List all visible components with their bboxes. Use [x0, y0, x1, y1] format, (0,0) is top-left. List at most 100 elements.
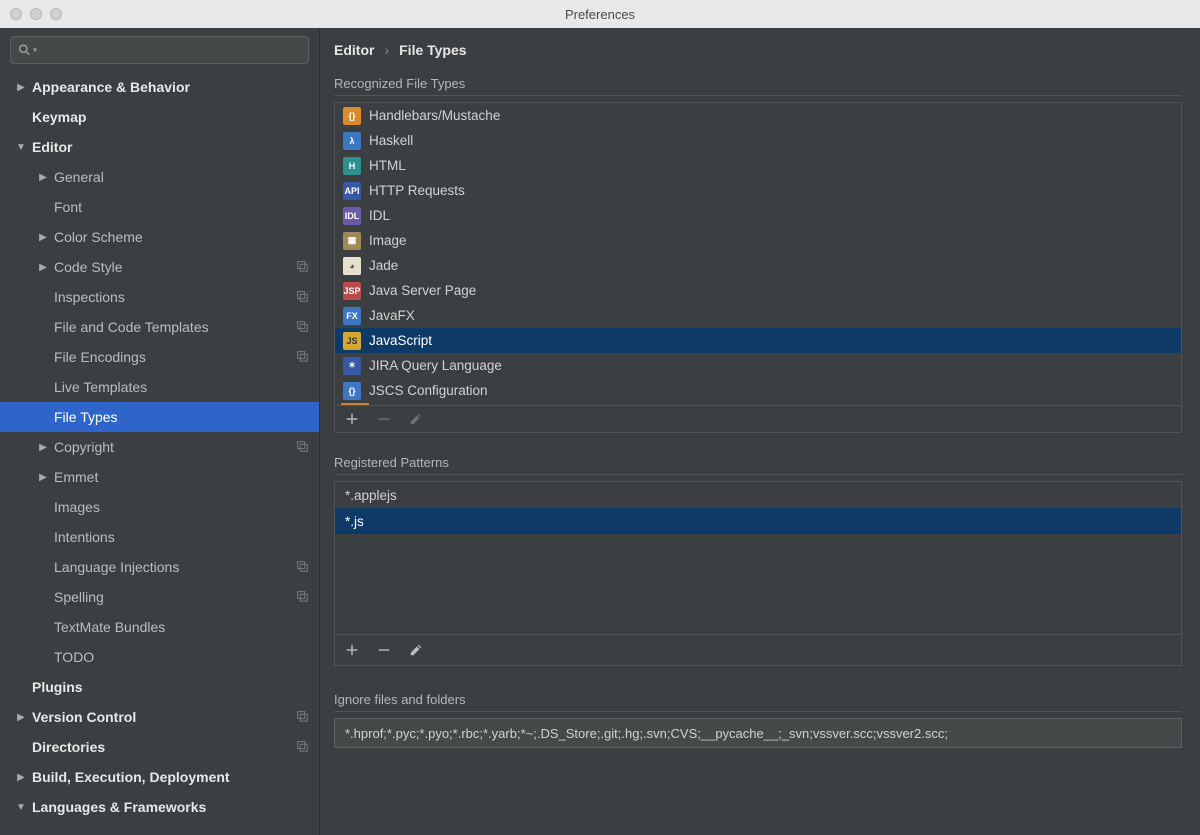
pattern-item[interactable]: *.js	[335, 508, 1181, 534]
edit-button[interactable]	[409, 643, 423, 657]
tree-item-color-scheme[interactable]: ▶ Color Scheme	[0, 222, 319, 252]
tree-item-directories[interactable]: Directories	[0, 732, 319, 762]
main-panel: Editor › File Types Recognized File Type…	[320, 28, 1200, 835]
tree-item-build-execution-deployment[interactable]: ▶ Build, Execution, Deployment	[0, 762, 319, 792]
tree-item-spelling[interactable]: Spelling	[0, 582, 319, 612]
recognized-toolbar	[335, 405, 1181, 432]
tree-item-label: Directories	[32, 739, 105, 755]
tree-item-editor[interactable]: ▼Editor	[0, 132, 319, 162]
filetype-item[interactable]: IDLIDL	[335, 203, 1181, 228]
tree-item-copyright[interactable]: ▶Copyright	[0, 432, 319, 462]
filetype-icon: H	[343, 157, 361, 175]
window-title: Preferences	[0, 7, 1200, 22]
chevron-down-icon: ▼	[14, 802, 28, 813]
filetype-icon: IDL	[343, 207, 361, 225]
chevron-right-icon: ▶	[36, 472, 50, 483]
tree-item-label: Appearance & Behavior	[32, 79, 190, 95]
tree-item-label: Code Style	[54, 259, 122, 275]
edit-button[interactable]	[409, 412, 423, 426]
pattern-item[interactable]: *.applejs	[335, 482, 1181, 508]
breadcrumb: Editor › File Types	[334, 28, 1182, 76]
patterns-list: *.applejs*.js	[334, 481, 1182, 666]
filetype-item[interactable]: ◕Jade	[335, 253, 1181, 278]
filetype-item[interactable]: JS JavaScript	[335, 328, 1181, 353]
tree-item-appearance-behavior[interactable]: ▶Appearance & Behavior	[0, 72, 319, 102]
chevron-right-icon: ▶	[36, 232, 50, 243]
patterns-list-body[interactable]: *.applejs*.js	[335, 482, 1181, 534]
tree-item-textmate-bundles[interactable]: TextMate Bundles	[0, 612, 319, 642]
tree-item-label: Languages & Frameworks	[32, 799, 206, 815]
tree-item-keymap[interactable]: Keymap	[0, 102, 319, 132]
sidebar: ▾ ▶Appearance & BehaviorKeymap▼Editor▶Ge…	[0, 28, 320, 835]
tree-item-label: Inspections	[54, 289, 125, 305]
chevron-right-icon: ›	[384, 42, 389, 58]
patterns-empty-area	[335, 534, 1181, 634]
search-icon: ▾	[18, 44, 37, 57]
scope-icon	[295, 739, 309, 756]
filetype-item[interactable]: {}Handlebars/Mustache	[335, 103, 1181, 128]
filetype-icon: FX	[343, 307, 361, 325]
filetype-item[interactable]: HHTML	[335, 153, 1181, 178]
tree-item-file-and-code-templates[interactable]: File and Code Templates	[0, 312, 319, 342]
chevron-right-icon: ▶	[36, 262, 50, 273]
tree-item-file-types[interactable]: File Types	[0, 402, 319, 432]
scope-icon	[295, 259, 309, 276]
tree-item-label: Version Control	[32, 709, 136, 725]
tree-item-label: Build, Execution, Deployment	[32, 769, 230, 785]
tree-item-general[interactable]: ▶ General	[0, 162, 319, 192]
scope-icon	[295, 559, 309, 576]
tree-item-label: Live Templates	[54, 379, 147, 395]
breadcrumb-leaf: File Types	[399, 42, 466, 58]
filetype-item[interactable]: JSPJava Server Page	[335, 278, 1181, 303]
scope-icon	[295, 289, 309, 306]
tree-item-languages-frameworks[interactable]: ▼ Languages & Frameworks	[0, 792, 319, 822]
remove-button[interactable]	[377, 412, 391, 426]
tree-item-images[interactable]: Images	[0, 492, 319, 522]
filetype-item[interactable]: FXJavaFX	[335, 303, 1181, 328]
scope-icon	[295, 439, 309, 456]
filetype-icon: ▦	[343, 232, 361, 250]
tree-item-font[interactable]: Font	[0, 192, 319, 222]
tree-item-code-style[interactable]: ▶ Code Style	[0, 252, 319, 282]
add-button[interactable]	[345, 412, 359, 426]
remove-button[interactable]	[377, 643, 391, 657]
tree-item-label: Language Injections	[54, 559, 179, 575]
search-input[interactable]	[10, 36, 309, 64]
filetype-label: JSCS Configuration	[369, 383, 488, 398]
filetype-item[interactable]: ▦Image	[335, 228, 1181, 253]
search-field[interactable]: ▾	[10, 36, 309, 64]
filetype-icon: API	[343, 182, 361, 200]
tree-item-intentions[interactable]: Intentions	[0, 522, 319, 552]
filetype-item[interactable]: APIHTTP Requests	[335, 178, 1181, 203]
tree-item-label: Color Scheme	[54, 229, 143, 245]
filetype-icon: ◕	[343, 257, 361, 275]
tree-item-plugins[interactable]: Plugins	[0, 672, 319, 702]
settings-tree[interactable]: ▶Appearance & BehaviorKeymap▼Editor▶Gene…	[0, 72, 319, 835]
chevron-right-icon: ▶	[14, 772, 28, 783]
filetype-item[interactable]: λHaskell	[335, 128, 1181, 153]
tree-item-emmet[interactable]: ▶Emmet	[0, 462, 319, 492]
tree-item-label: TODO	[54, 649, 94, 665]
filetype-item[interactable]: ✶JIRA Query Language	[335, 353, 1181, 378]
tree-item-live-templates[interactable]: Live Templates	[0, 372, 319, 402]
tree-item-label: Plugins	[32, 679, 83, 695]
tree-item-label: Keymap	[32, 109, 86, 125]
tree-item-label: General	[54, 169, 104, 185]
filetype-label: JavaScript	[369, 333, 432, 348]
recognized-list-body[interactable]: {}Handlebars/MustacheλHaskellHHTMLAPIHTT…	[335, 103, 1181, 403]
add-button[interactable]	[345, 643, 359, 657]
filetype-icon: JS	[343, 332, 361, 350]
filetype-item[interactable]: {}JSCS Configuration	[335, 378, 1181, 403]
tree-item-file-encodings[interactable]: File Encodings	[0, 342, 319, 372]
breadcrumb-root: Editor	[334, 42, 374, 58]
tree-item-language-injections[interactable]: Language Injections	[0, 552, 319, 582]
tree-item-label: Copyright	[54, 439, 114, 455]
tree-item-version-control[interactable]: ▶Version Control	[0, 702, 319, 732]
tree-item-inspections[interactable]: Inspections	[0, 282, 319, 312]
chevron-right-icon: ▶	[36, 172, 50, 183]
ignore-input[interactable]	[334, 718, 1182, 748]
tree-item-label: File Types	[54, 409, 118, 425]
tree-item-todo[interactable]: TODO	[0, 642, 319, 672]
scope-icon	[295, 709, 309, 726]
scope-icon	[295, 349, 309, 366]
